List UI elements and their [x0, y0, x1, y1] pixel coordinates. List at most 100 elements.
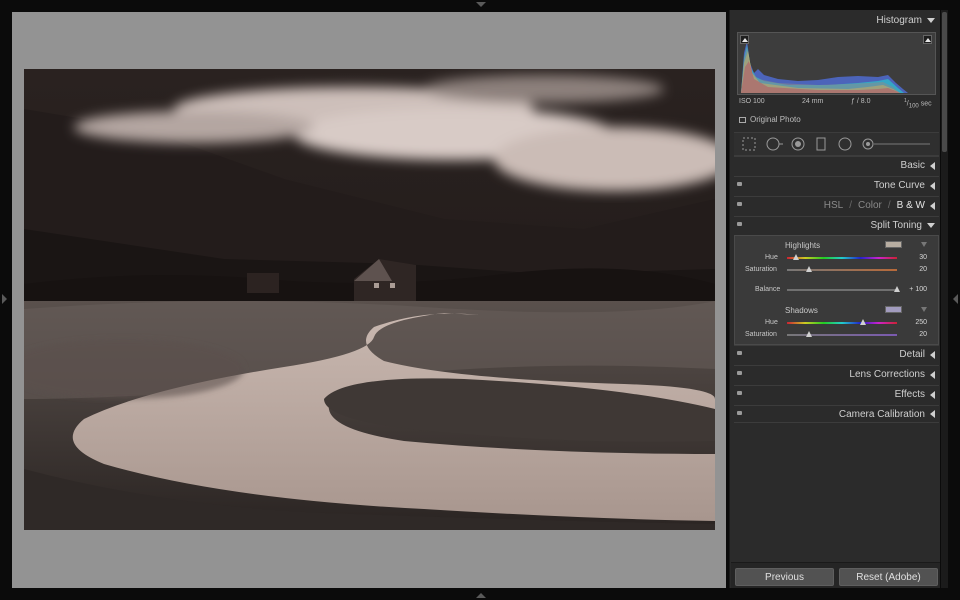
panel-scrollbar[interactable] [941, 10, 948, 588]
bottom-button-bar: Previous Reset (Adobe) [731, 562, 940, 588]
camera-calibration-title: Camera Calibration [838, 408, 925, 420]
aperture-value: ƒ / 8.0 [851, 98, 871, 105]
highlights-picker-icon[interactable] [921, 242, 927, 247]
effects-header[interactable]: Effects [734, 385, 939, 403]
split-toning-header[interactable]: Split Toning [734, 216, 939, 234]
shadows-saturation-slider[interactable] [806, 331, 812, 337]
shadows-hue-value[interactable]: 250 [905, 319, 927, 326]
balance-slider[interactable] [894, 286, 900, 292]
panel-switch-icon[interactable] [737, 411, 742, 415]
expand-icon [930, 390, 935, 399]
original-photo-checkbox[interactable] [739, 116, 746, 123]
hsl-tab[interactable]: HSL [824, 200, 843, 211]
highlights-hue-track[interactable] [787, 257, 897, 259]
shadow-clipping-icon[interactable] [740, 35, 749, 44]
split-toning-panel: Highlights Hue 30 Saturation 20 Balance … [734, 235, 939, 345]
color-tab[interactable]: Color [858, 200, 882, 211]
radial-filter-icon[interactable] [838, 137, 852, 151]
collapse-icon [927, 17, 935, 23]
detail-header[interactable]: Detail [734, 345, 939, 363]
right-panel-toggle-icon[interactable] [953, 294, 958, 304]
expand-icon [930, 201, 935, 210]
landscape-photo [24, 69, 715, 530]
iso-value: ISO 100 [739, 98, 765, 105]
shadows-picker-icon[interactable] [921, 307, 927, 312]
panel-switch-icon[interactable] [737, 351, 742, 355]
tone-curve-header[interactable]: Tone Curve [734, 176, 939, 194]
photo-preview[interactable] [24, 69, 715, 530]
panel-switch-icon[interactable] [737, 371, 742, 375]
highlights-saturation-track[interactable] [787, 269, 897, 271]
expand-icon [930, 181, 935, 190]
shutter-den: 100 [908, 103, 919, 110]
panel-switch-icon[interactable] [737, 222, 742, 226]
highlight-clipping-icon[interactable] [923, 35, 932, 44]
shadows-saturation-value[interactable]: 20 [905, 331, 927, 338]
shutter-speed: 1/100 sec [904, 98, 932, 110]
shadows-color-swatch[interactable] [885, 306, 902, 313]
shadows-saturation-track[interactable] [787, 334, 897, 336]
tone-curve-title: Tone Curve [873, 180, 925, 191]
histogram-header[interactable]: Histogram [734, 11, 939, 29]
histogram-graph [741, 41, 908, 93]
top-panel-toggle-icon[interactable] [476, 2, 486, 7]
separator: / [887, 200, 891, 211]
effects-title: Effects [894, 389, 925, 400]
filmstrip-toggle-icon[interactable] [476, 593, 486, 598]
original-photo-toggle[interactable]: Original Photo [739, 115, 801, 124]
histogram[interactable] [737, 32, 936, 95]
expand-icon [930, 410, 935, 418]
highlights-label: Highlights [785, 241, 821, 250]
previous-button[interactable]: Previous [735, 568, 834, 586]
spot-removal-icon[interactable] [766, 137, 784, 151]
shadows-label: Shadows [785, 306, 818, 315]
expand-icon [930, 161, 935, 170]
highlights-hue-value[interactable]: 30 [905, 254, 927, 261]
panel-switch-icon[interactable] [737, 391, 742, 395]
highlights-hue-label: Hue [765, 254, 778, 261]
reset-button[interactable]: Reset (Adobe) [839, 568, 938, 586]
shadows-saturation-label: Saturation [745, 331, 777, 338]
shadows-hue-track[interactable] [787, 322, 897, 324]
shutter-num: 1 [904, 98, 907, 104]
graduated-filter-icon[interactable] [816, 137, 826, 151]
shadows-hue-label: Hue [765, 319, 778, 326]
balance-track[interactable] [787, 289, 897, 291]
highlights-saturation-slider[interactable] [806, 266, 812, 272]
tool-strip [734, 132, 939, 156]
focal-length-value: 24 mm [802, 98, 824, 105]
highlights-color-swatch[interactable] [885, 241, 902, 248]
highlights-saturation-value[interactable]: 20 [905, 266, 927, 273]
exif-info: ISO 100 24 mm ƒ / 8.0 1/100 sec [739, 98, 935, 110]
develop-right-panel: Histogram ISO 100 24 mm ƒ / 8.0 1/100 se… [729, 10, 940, 588]
shutter-unit: sec [920, 100, 932, 108]
original-photo-label: Original Photo [750, 115, 801, 124]
left-panel-toggle-icon[interactable] [2, 294, 7, 304]
crop-overlay-icon[interactable] [742, 137, 756, 151]
lens-corrections-header[interactable]: Lens Corrections [734, 365, 939, 383]
balance-value[interactable]: + 100 [905, 286, 927, 293]
panel-switch-icon[interactable] [737, 182, 742, 186]
lens-corrections-title: Lens Corrections [849, 369, 925, 380]
bw-tab[interactable]: B & W [897, 200, 925, 211]
highlights-saturation-label: Saturation [745, 266, 777, 273]
detail-title: Detail [899, 349, 925, 360]
highlights-hue-slider[interactable] [793, 254, 800, 260]
camera-calibration-header[interactable]: Camera Calibration [734, 405, 939, 423]
basic-header[interactable]: Basic [734, 156, 939, 174]
collapse-icon [927, 223, 935, 228]
shadows-hue-slider[interactable] [860, 319, 867, 325]
balance-label: Balance [755, 286, 781, 293]
red-eye-icon[interactable] [791, 137, 805, 151]
basic-title: Basic [900, 160, 925, 171]
expand-icon [930, 370, 935, 379]
adjustment-brush-icon[interactable] [862, 137, 932, 151]
separator: / [849, 200, 852, 211]
histogram-title: Histogram [876, 14, 922, 26]
hsl-color-bw-header[interactable]: HSL / Color / B & W [734, 196, 939, 214]
panel-switch-icon[interactable] [737, 202, 742, 206]
scrollbar-thumb[interactable] [942, 12, 947, 152]
image-canvas[interactable] [12, 12, 726, 588]
expand-icon [930, 350, 935, 359]
split-toning-title: Split Toning [870, 220, 922, 231]
